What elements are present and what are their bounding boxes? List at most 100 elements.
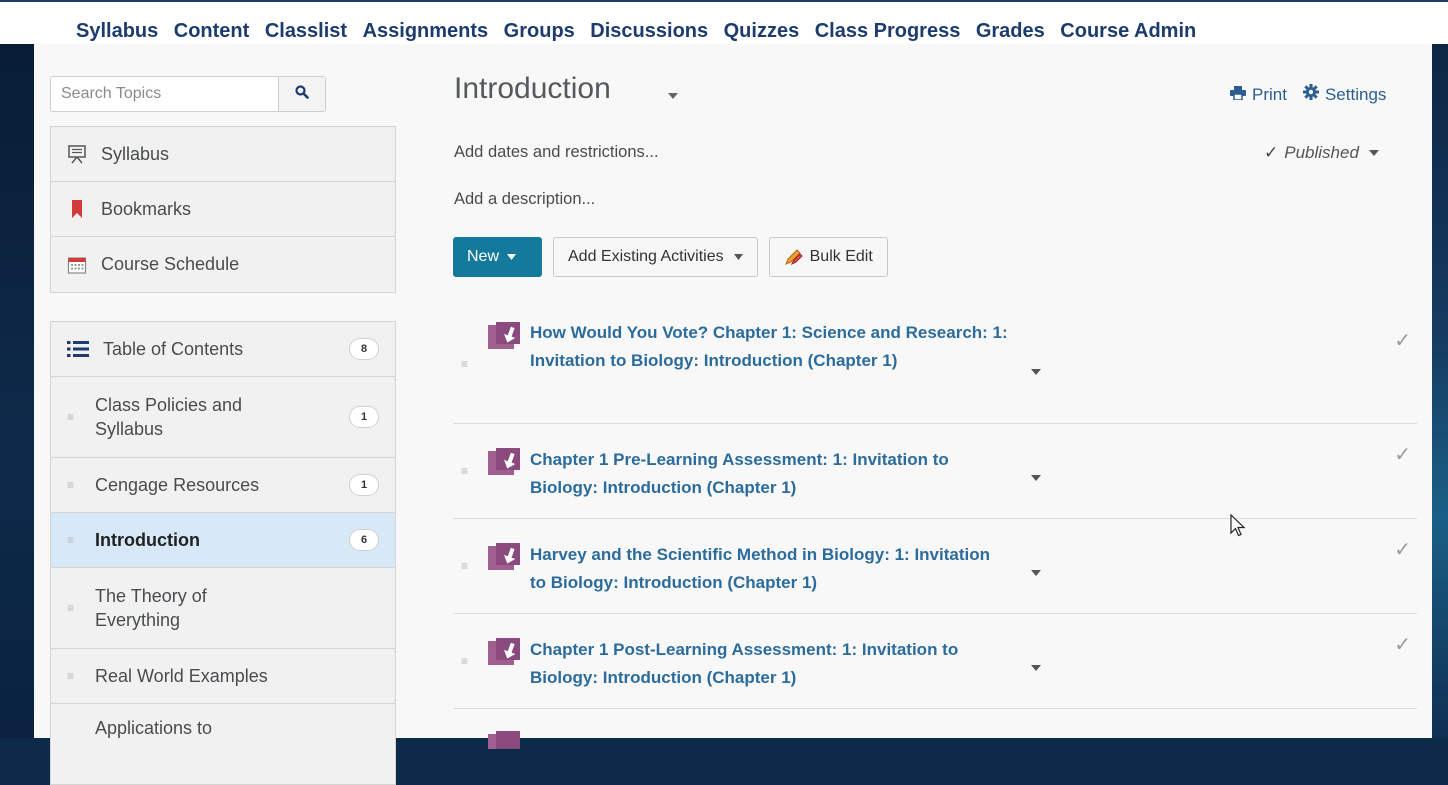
activity-menu-caret-icon[interactable] [1031,658,1041,676]
toc-module-selected[interactable]: ≡ Introduction 6 [51,513,395,568]
activity-item[interactable]: ≡ Chapter 1 Pre-Learning Assessment: 1: … [453,424,1417,519]
drag-handle-icon[interactable]: ≡ [67,534,74,546]
drag-handle-icon[interactable]: ≡ [461,465,468,477]
visibility-check-icon[interactable]: ✓ [1394,328,1411,353]
activity-title-link[interactable]: How Would You Vote? Chapter 1: Science a… [530,319,1010,375]
toc-module-count: 1 [349,474,379,496]
search-topics [50,76,326,112]
content-area: Syllabus Bookmarks Course Schedule Table… [34,44,1432,785]
nav-list: Syllabus Content Classlist Assignments G… [76,20,1196,43]
activity-item[interactable]: ≡ How Would You Vote? Chapter 1: Science… [453,306,1417,424]
toc-module-label: Real World Examples [95,665,268,686]
activity-menu-caret-icon[interactable] [1031,362,1041,380]
drag-handle-icon[interactable]: ≡ [461,358,468,370]
tools-panel: Syllabus Bookmarks Course Schedule [50,126,396,293]
toc-module-label: Introduction [95,529,200,550]
nav-syllabus[interactable]: Syllabus [76,20,158,43]
toc-module-label: Cengage Resources [95,474,260,495]
drag-handle-icon[interactable]: ≡ [67,411,74,423]
add-existing-activities-button[interactable]: Add Existing Activities [553,237,758,277]
external-tool-icon [487,543,521,571]
publish-status-dropdown[interactable]: ✓ Published [1264,143,1379,163]
toc-header[interactable]: Table of Contents 8 [51,322,395,377]
tool-syllabus[interactable]: Syllabus [51,127,395,182]
nav-grades[interactable]: Grades [976,20,1045,43]
toc-module[interactable]: ≡ The Theory of Everything [51,568,395,649]
chevron-down-icon [507,254,517,260]
mouse-cursor-icon [1230,513,1246,543]
tool-label: Bookmarks [101,198,192,219]
activity-title-link[interactable]: Chapter 1 Pre-Learning Assessment: 1: In… [530,446,1010,502]
toc-module-label: Applications to [95,718,213,738]
syllabus-icon [67,144,87,164]
drag-handle-icon[interactable]: ≡ [461,655,468,667]
bulk-edit-label: Bulk Edit [809,248,873,265]
print-button[interactable]: Print [1230,85,1287,105]
toc-module[interactable]: ≡ Real World Examples [51,649,395,704]
activity-list: ≡ How Would You Vote? Chapter 1: Science… [453,306,1417,749]
bookmark-icon [67,199,87,219]
external-tool-icon [487,322,521,350]
activity-menu-caret-icon[interactable] [1031,563,1041,581]
toc-module[interactable]: Applications to [51,704,395,784]
toc-module[interactable]: ≡ Cengage Resources 1 [51,458,395,513]
search-icon [295,84,309,104]
add-existing-label: Add Existing Activities [568,248,724,265]
toc-module-label: Class Policies and Syllabus [95,395,243,439]
activity-item[interactable]: ≡ Chapter 1 Post-Learning Assessment: 1:… [453,614,1417,709]
settings-button[interactable]: Settings [1302,84,1387,105]
publish-status-label: Published [1284,143,1359,162]
page-backdrop-left [0,0,34,738]
tool-label: Course Schedule [101,254,240,274]
checkmark-icon: ✓ [1264,143,1279,162]
nav-assignments[interactable]: Assignments [363,20,489,43]
tool-label: Syllabus [101,143,170,164]
nav-groups[interactable]: Groups [504,20,575,43]
nav-classlist[interactable]: Classlist [265,20,347,43]
activity-title-link[interactable]: Harvey and the Scientific Method in Biol… [530,541,1010,597]
search-input[interactable] [51,77,299,111]
visibility-check-icon[interactable]: ✓ [1394,442,1411,467]
tool-course-schedule[interactable]: Course Schedule [51,237,395,292]
nav-course-admin[interactable]: Course Admin [1060,20,1196,43]
nav-quizzes[interactable]: Quizzes [724,20,800,43]
calendar-icon [67,255,87,275]
visibility-check-icon[interactable]: ✓ [1394,632,1411,657]
toc-header-label: Table of Contents [103,338,244,359]
search-button[interactable] [278,77,325,111]
activity-menu-caret-icon[interactable] [1031,468,1041,486]
course-navbar: Syllabus Content Classlist Assignments G… [0,0,1448,44]
gear-icon [1302,84,1325,105]
page-backdrop-right [1432,0,1448,738]
toc-module-count: 1 [349,406,379,428]
add-dates-link[interactable]: Add dates and restrictions... [454,143,659,162]
settings-label: Settings [1324,84,1387,104]
title-menu-caret-icon[interactable] [668,86,678,104]
add-description-link[interactable]: Add a description... [454,190,595,209]
bulk-edit-button[interactable]: Bulk Edit [768,237,888,277]
print-label: Print [1252,84,1287,104]
drag-handle-icon[interactable]: ≡ [67,670,74,682]
external-tool-icon [487,448,521,476]
visibility-check-icon[interactable]: ✓ [1394,537,1411,562]
toc-module-label: The Theory of Everything [95,586,207,630]
tool-bookmarks[interactable]: Bookmarks [51,182,395,237]
toc-module[interactable]: ≡ Class Policies and Syllabus 1 [51,377,395,458]
activity-title-link[interactable]: Chapter 1 Post-Learning Assessment: 1: I… [530,636,1010,692]
new-button[interactable]: New [453,237,542,277]
drag-handle-icon[interactable]: ≡ [67,479,74,491]
nav-class-progress[interactable]: Class Progress [815,20,961,43]
toc-panel: Table of Contents 8 ≡ Class Policies and… [50,321,396,785]
page-title: Introduction [454,72,611,105]
content-toolbar: New Add Existing Activities Bulk Edit [453,237,899,277]
activity-item[interactable]: ≡ Harvey and the Scientific Method in Bi… [453,519,1417,614]
drag-handle-icon[interactable]: ≡ [67,602,74,614]
nav-discussions[interactable]: Discussions [590,20,708,43]
print-icon [1230,85,1252,105]
list-icon [67,339,89,359]
nav-content[interactable]: Content [174,20,250,43]
activity-item-partial[interactable] [453,709,1417,749]
drag-handle-icon[interactable]: ≡ [461,560,468,572]
toc-module-count: 6 [349,529,379,551]
new-button-label: New [467,248,500,265]
